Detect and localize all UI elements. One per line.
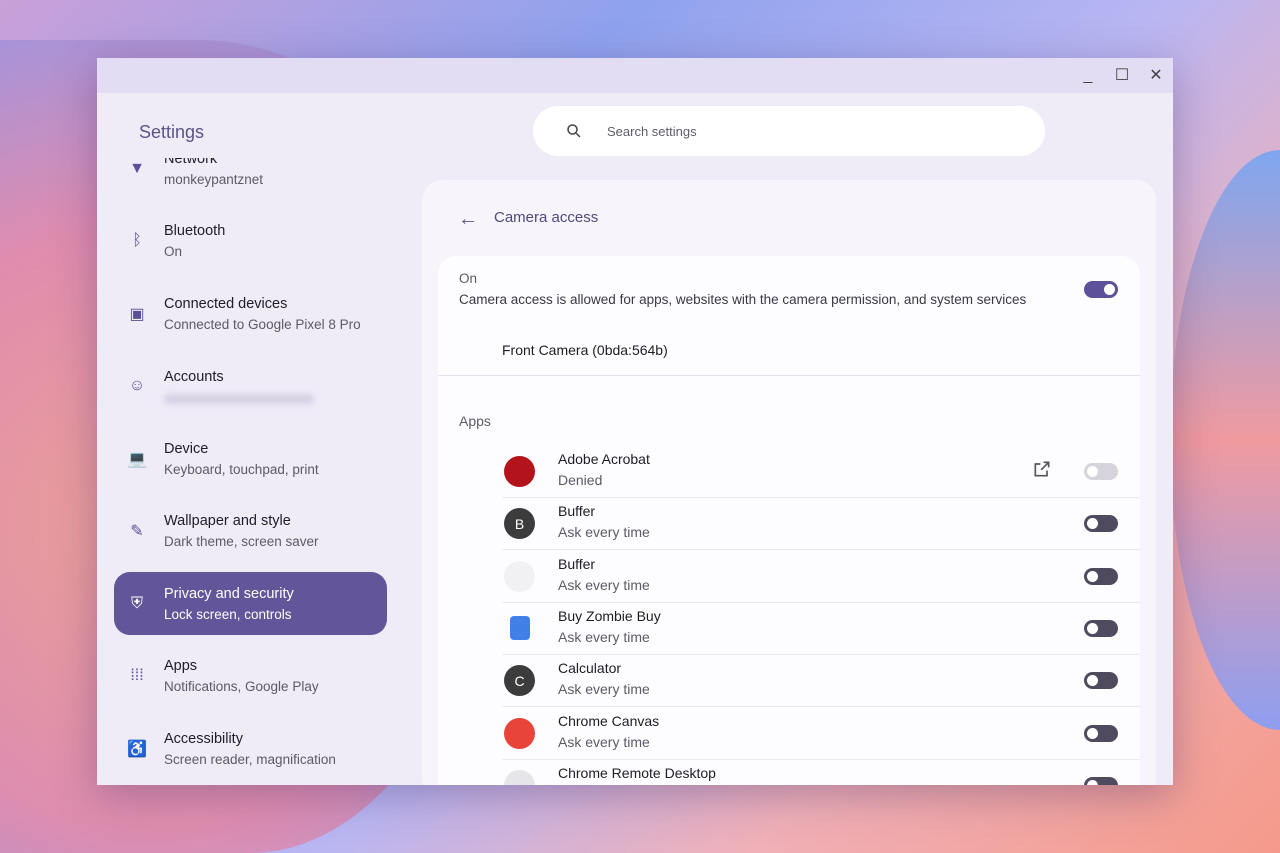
apps-label: Apps	[459, 413, 491, 429]
sidebar-item-bluetooth[interactable]: ᛒ Bluetooth On	[114, 210, 387, 273]
sidebar-item-title: Apps	[164, 658, 198, 674]
app-name: Chrome Canvas	[558, 712, 660, 729]
app-status: Ask every time	[558, 681, 650, 698]
sidebar-item-connected-devices[interactable]: ▣ Connected devices Connected to Google Pi…	[114, 282, 387, 345]
camera-access-panel: ← Camera access On Camera access is allo…	[422, 180, 1156, 785]
sidebar-item-privacy-and-security[interactable]: ⛨ Privacy and security Lock screen, contro…	[114, 572, 387, 635]
sidebar-item-subtitle: Dark theme, screen saver	[164, 534, 319, 549]
app-row: Chrome Remote Desktop	[502, 760, 1140, 785]
page-title: Camera access	[494, 209, 599, 226]
camera-access-toggle[interactable]	[1084, 281, 1118, 298]
sidebar-item-subtitle: On	[164, 244, 183, 259]
app-name: Adobe Acrobat	[558, 451, 650, 467]
sidebar-item-subtitle: Keyboard, touchpad, print	[164, 461, 319, 477]
search-placeholder: Search settings	[607, 123, 697, 139]
app-name: Buffer	[558, 555, 596, 572]
sidebar-item-accounts[interactable]: ☺ Accounts	[114, 355, 387, 418]
shield-icon: ⛨	[130, 594, 143, 612]
sidebar-item-accessibility[interactable]: ♿ Accessibility Screen reader, magnificati…	[114, 717, 387, 780]
sidebar-item-title: Bluetooth	[164, 223, 226, 239]
sidebar-item-title: Device	[164, 440, 209, 457]
app-status: Ask every time	[558, 576, 650, 593]
toggle-description: Camera access is allowed for apps, websi…	[459, 292, 1027, 307]
app-icon	[504, 717, 535, 749]
app-camera-toggle[interactable]	[1084, 515, 1118, 533]
app-letter: C	[514, 672, 525, 689]
app-row: Chrome Canvas Ask every time	[502, 708, 1140, 760]
app-row: C Calculator Ask every time	[502, 655, 1140, 708]
title-bar: _ ☐ ✕	[97, 58, 1173, 93]
sidebar-item-apps[interactable]: ⁞⁞⁞ Apps Notifications, Google Play	[114, 645, 387, 708]
app-icon: B	[504, 508, 535, 540]
sidebar-item-title: Accessibility	[164, 730, 243, 747]
sidebar-item-subtitle: Screen reader, magnification	[164, 751, 336, 767]
app-camera-toggle[interactable]	[1084, 672, 1118, 690]
divider	[438, 375, 1140, 376]
app-title: Settings	[139, 122, 205, 142]
app-name: Buy Zombie Buy	[558, 607, 661, 624]
sidebar-item-wallpaper-and-style[interactable]: ✎ Wallpaper and style Dark theme, screen s…	[114, 500, 387, 563]
app-name: Calculator	[558, 660, 622, 677]
app-row: B Buffer Ask every time	[502, 498, 1140, 551]
settings-window: _ ☐ ✕ Settings Search settings ▼ Network m…	[97, 58, 1173, 785]
sidebar-item-network[interactable]: ▼ Network monkeypantznet	[114, 158, 387, 200]
laptop-icon: 💻	[127, 450, 147, 468]
wifi-icon: ▼	[129, 159, 145, 177]
app-row: Adobe Acrobat Denied	[502, 446, 1140, 498]
sidebar-item-title: Network	[164, 158, 218, 167]
camera-name: Front Camera (0bda:564b)	[502, 342, 668, 358]
sidebar: ▼ Network monkeypantznet ᛒ Bluetooth On ▣ Conne…	[97, 158, 407, 785]
sidebar-item-title: Privacy and security	[164, 585, 294, 602]
close-button[interactable]: ✕	[1146, 66, 1166, 86]
app-icon	[504, 560, 535, 592]
app-camera-toggle[interactable]	[1084, 567, 1118, 585]
accessibility-icon: ♿	[127, 740, 147, 758]
app-icon	[510, 615, 530, 640]
back-arrow-icon[interactable]: ←	[458, 208, 478, 231]
app-status: Denied	[558, 472, 603, 488]
palette-icon: ✎	[130, 523, 144, 540]
account-icon: ☺	[128, 377, 146, 394]
app-icon: C	[504, 665, 535, 697]
app-camera-toggle[interactable]	[1084, 776, 1118, 785]
app-status: Ask every time	[558, 628, 650, 645]
external-link-icon[interactable]	[1032, 459, 1052, 479]
sidebar-item-title: Connected devices	[164, 295, 288, 312]
app-camera-toggle[interactable]	[1084, 724, 1118, 742]
camera-card: On Camera access is allowed for apps, we…	[438, 256, 1140, 785]
app-status: Ask every time	[558, 524, 650, 541]
app-camera-toggle[interactable]	[1084, 463, 1118, 480]
sidebar-item-subtitle: monkeypantznet	[164, 171, 264, 187]
search-input[interactable]: Search settings	[533, 106, 1045, 156]
toggle-label: On	[459, 271, 478, 286]
app-row: Buffer Ask every time	[502, 551, 1140, 603]
app-name: Chrome Remote Desktop	[558, 764, 716, 781]
search-icon	[567, 124, 581, 138]
apps-grid-icon: ⁞⁞⁞	[130, 667, 144, 684]
app-camera-toggle[interactable]	[1084, 619, 1118, 637]
app-icon	[504, 769, 535, 785]
bluetooth-icon: ᛒ	[132, 232, 142, 249]
redacted-email	[164, 393, 314, 404]
app-icon	[504, 456, 535, 487]
sidebar-item-subtitle: Connected to Google Pixel 8 Pro	[164, 316, 361, 332]
app-row: Buy Zombie Buy Ask every time	[502, 603, 1140, 655]
minimize-button[interactable]: _	[1078, 66, 1098, 86]
sidebar-item-device[interactable]: 💻 Device Keyboard, touchpad, print	[114, 427, 387, 490]
maximize-button[interactable]: ☐	[1112, 66, 1132, 86]
app-name: Buffer	[558, 503, 596, 520]
devices-icon: ▣	[129, 305, 145, 323]
sidebar-item-title: Accounts	[164, 368, 224, 385]
app-letter: B	[514, 515, 525, 532]
wallpaper-shape	[1170, 150, 1280, 730]
app-status: Ask every time	[558, 733, 650, 750]
sidebar-item-subtitle: Lock screen, controls	[164, 606, 292, 622]
sidebar-item-subtitle: Notifications, Google Play	[164, 679, 319, 694]
sidebar-item-title: Wallpaper and style	[164, 513, 291, 529]
